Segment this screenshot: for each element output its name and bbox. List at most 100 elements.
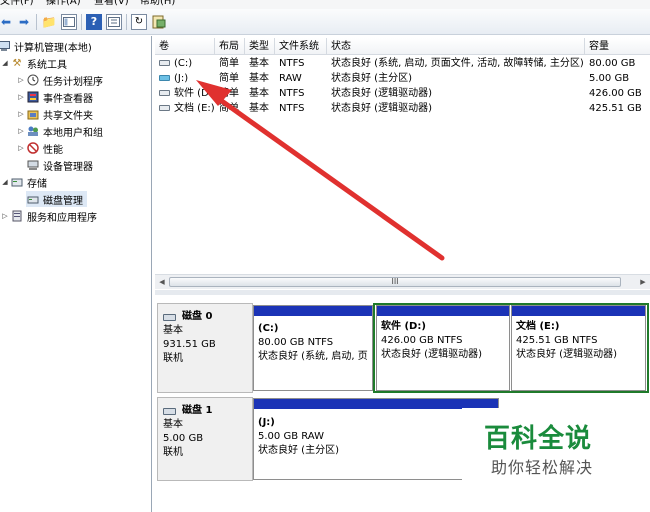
up-folder-icon[interactable]: 📁 xyxy=(41,14,57,30)
menu-file[interactable]: 文件(F) xyxy=(0,0,34,8)
volume-icon xyxy=(159,60,170,66)
tree-item-local-users[interactable]: ▷ 本地用户和组 xyxy=(16,123,103,139)
disk-0-label[interactable]: 磁盘 0 基本 931.51 GB 联机 xyxy=(157,303,253,393)
horizontal-scrollbar[interactable]: ◀ III ▶ xyxy=(155,274,650,289)
cell-status: 状态良好 (主分区) xyxy=(331,73,412,84)
logical-drive-band xyxy=(512,306,645,316)
column-header-capacity[interactable]: 容量 xyxy=(585,38,650,55)
properties-icon[interactable] xyxy=(106,14,122,30)
back-arrow-icon[interactable]: ⬅ xyxy=(0,14,14,30)
volume-name: 软件 (D:) xyxy=(174,88,215,99)
disk-type: 基本 xyxy=(163,325,183,336)
disk-state: 联机 xyxy=(163,447,183,458)
partition-status: 状态良好 (逻辑驱动器) xyxy=(516,349,617,360)
partition-size: 425.51 GB NTFS xyxy=(516,335,598,346)
tree-item-event-viewer[interactable]: ▷ 事件查看器 xyxy=(16,89,93,105)
scrollbar-thumb[interactable]: III xyxy=(169,277,621,287)
cell-capacity: 426.00 GB xyxy=(589,88,642,99)
system-tools-icon: ⚒ xyxy=(12,57,22,69)
cell-status: 状态良好 (逻辑驱动器) xyxy=(331,88,432,99)
collapsed-arrow-icon[interactable]: ▷ xyxy=(16,93,26,101)
volume-icon xyxy=(159,75,170,81)
cell-layout: 简单 xyxy=(219,103,239,114)
collapsed-arrow-icon[interactable]: ▷ xyxy=(16,76,26,84)
help-icon[interactable]: ? xyxy=(86,14,102,30)
volume-name: (J:) xyxy=(174,73,189,84)
tree-item-performance[interactable]: ▷ 性能 xyxy=(16,140,63,156)
collapsed-arrow-icon[interactable]: ▷ xyxy=(16,144,26,152)
cell-filesystem: NTFS xyxy=(279,58,305,69)
forward-arrow-icon[interactable]: ➡ xyxy=(16,14,32,30)
export-list-icon[interactable] xyxy=(151,14,167,30)
toolbar-separator xyxy=(126,14,127,30)
watermark-subtitle: 助你轻松解决 xyxy=(491,458,594,477)
disk-icon xyxy=(163,313,176,321)
collapsed-arrow-icon[interactable]: ▷ xyxy=(16,110,26,118)
partition-status: 状态良好 (系统, 启动, 页 xyxy=(258,351,368,362)
partition-e[interactable]: 文档 (E:) 425.51 GB NTFS 状态良好 (逻辑驱动器) xyxy=(511,305,646,391)
column-header-volume[interactable]: 卷 xyxy=(155,38,215,55)
partition-e-text: 文档 (E:) 425.51 GB NTFS 状态良好 (逻辑驱动器) xyxy=(516,320,643,362)
tree-item-disk-management[interactable]: 磁盘管理 xyxy=(26,191,87,207)
tree-item-task-scheduler[interactable]: ▷ 任务计划程序 xyxy=(16,72,103,88)
tree-label: 计算机管理(本地) xyxy=(14,42,92,54)
partition-name: 软件 (D:) xyxy=(381,321,426,332)
clock-icon xyxy=(26,74,40,86)
tree-item-device-manager[interactable]: 设备管理器 xyxy=(26,157,93,173)
tree-item-storage[interactable]: ◢ 存储 xyxy=(0,174,47,190)
cell-capacity: 5.00 GB xyxy=(589,73,630,84)
partition-size: 426.00 GB NTFS xyxy=(381,335,463,346)
tree-label: 磁盘管理 xyxy=(43,195,83,207)
table-row[interactable]: 软件 (D:) 简单 基本 NTFS 状态良好 (逻辑驱动器) 426.00 G… xyxy=(155,86,650,101)
disk-1-title: 磁盘 1 xyxy=(163,404,247,418)
disk-management-icon xyxy=(26,193,40,205)
volume-name: 文档 (E:) xyxy=(174,103,215,114)
scroll-left-icon[interactable]: ◀ xyxy=(155,275,169,289)
cell-capacity: 80.00 GB xyxy=(589,58,636,69)
table-row[interactable]: 文档 (E:) 简单 基本 NTFS 状态良好 (逻辑驱动器) 425.51 G… xyxy=(155,101,650,116)
tree-item-computer-management[interactable]: 计算机管理(本地) xyxy=(0,38,92,54)
tree-item-system-tools[interactable]: ◢ ⚒ 系统工具 xyxy=(0,55,67,71)
users-icon xyxy=(26,125,40,137)
column-header-filesystem[interactable]: 文件系统 xyxy=(275,38,327,55)
performance-icon xyxy=(26,142,40,154)
partition-d-text: 软件 (D:) 426.00 GB NTFS 状态良好 (逻辑驱动器) xyxy=(381,320,507,362)
column-header-status[interactable]: 状态 xyxy=(327,38,585,55)
tree-label: 性能 xyxy=(43,144,63,156)
scroll-right-icon[interactable]: ▶ xyxy=(636,275,650,289)
disk-1-label[interactable]: 磁盘 1 基本 5.00 GB 联机 xyxy=(157,397,253,481)
console-tree-icon[interactable] xyxy=(61,14,77,30)
cell-type: 基本 xyxy=(249,73,269,84)
menu-view[interactable]: 查看(V) xyxy=(94,0,129,8)
tree-item-services-apps[interactable]: ▷ 服务和应用程序 xyxy=(0,208,97,224)
computer-management-icon xyxy=(0,40,11,52)
tree-label: 事件查看器 xyxy=(43,93,93,105)
partition-j-text: (J:) 5.00 GB RAW 状态良好 (主分区) xyxy=(258,416,496,458)
collapsed-arrow-icon[interactable]: ▷ xyxy=(16,127,26,135)
cell-filesystem: NTFS xyxy=(279,88,305,99)
partition-status: 状态良好 (逻辑驱动器) xyxy=(381,349,482,360)
toolbar: ⬅ ➡ 📁 ? ↻ xyxy=(0,9,650,35)
cell-volume: 软件 (D:) xyxy=(155,86,215,101)
cell-status: 状态良好 (逻辑驱动器) xyxy=(331,103,432,114)
cell-layout: 简单 xyxy=(219,88,239,99)
table-row[interactable]: (C:) 简单 基本 NTFS 状态良好 (系统, 启动, 页面文件, 活动, … xyxy=(155,56,650,71)
tree-label: 任务计划程序 xyxy=(43,76,103,88)
partition-d[interactable]: 软件 (D:) 426.00 GB NTFS 状态良好 (逻辑驱动器) xyxy=(376,305,510,391)
collapsed-arrow-icon[interactable]: ▷ xyxy=(0,212,10,220)
column-header-layout[interactable]: 布局 xyxy=(215,38,245,55)
expanded-arrow-icon[interactable]: ◢ xyxy=(0,59,10,67)
cell-filesystem: RAW xyxy=(279,73,302,84)
toolbar-separator xyxy=(81,14,82,30)
menu-action[interactable]: 操作(A) xyxy=(46,0,81,8)
expanded-arrow-icon[interactable]: ◢ xyxy=(0,178,10,186)
partition-c[interactable]: (C:) 80.00 GB NTFS 状态良好 (系统, 启动, 页 xyxy=(253,305,373,391)
tree-item-shared-folders[interactable]: ▷ 共享文件夹 xyxy=(16,106,93,122)
table-row[interactable]: (J:) 简单 基本 RAW 状态良好 (主分区) 5.00 GB xyxy=(155,71,650,86)
menu-help[interactable]: 帮助(H) xyxy=(140,0,175,8)
disk-size: 5.00 GB xyxy=(163,433,204,444)
primary-partition-band xyxy=(254,306,372,316)
cell-capacity: 425.51 GB xyxy=(589,103,642,114)
column-header-type[interactable]: 类型 xyxy=(245,38,275,55)
refresh-icon[interactable]: ↻ xyxy=(131,14,147,30)
